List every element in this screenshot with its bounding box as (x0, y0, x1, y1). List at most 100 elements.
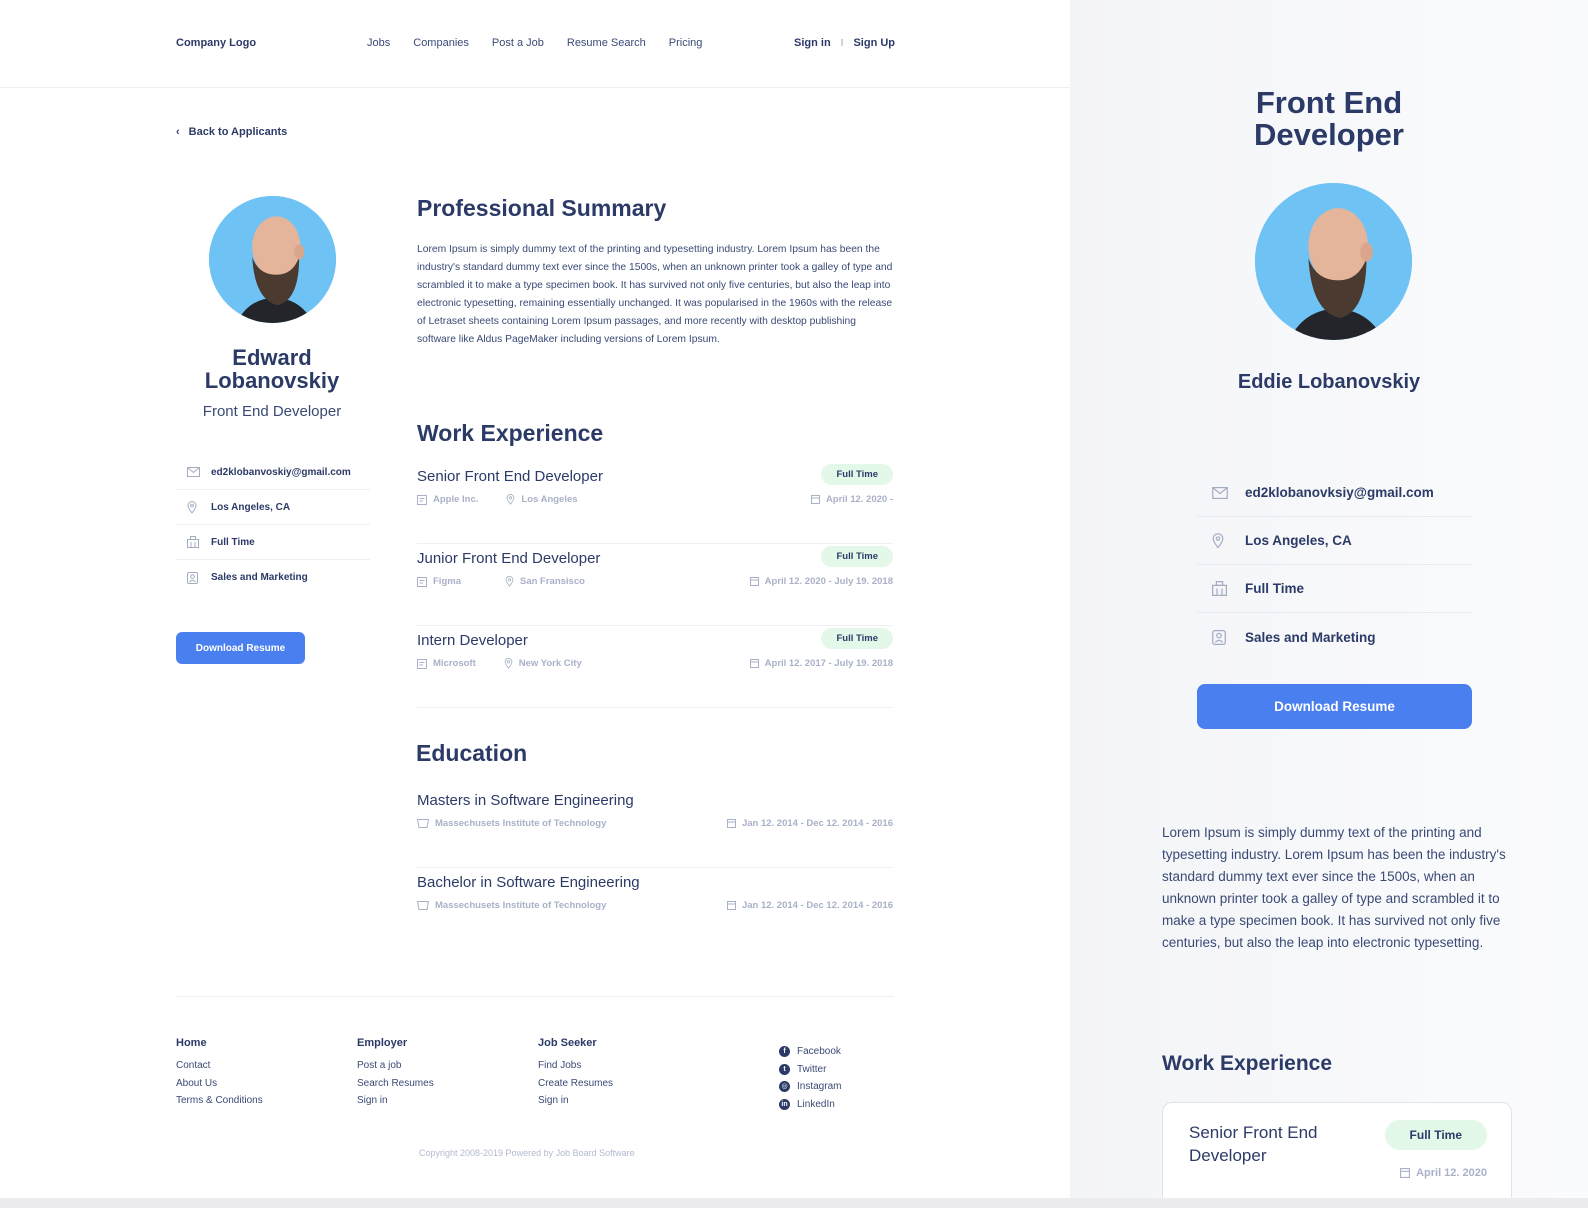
education-dates: Jan 12. 2014 - Dec 12. 2014 - 2016 (726, 818, 893, 829)
social-links: f Facebook t Twitter ◎ Instagram in LinkedIn (779, 1043, 841, 1113)
date-range: Jan 12. 2014 - Dec 12. 2014 - 2016 (741, 818, 893, 829)
chevron-left-icon: ‹ (176, 126, 180, 138)
summary-text: Lorem Ipsum is simply dummy text of the … (417, 244, 893, 345)
back-to-applicants-link[interactable]: ‹ Back to Applicants (176, 126, 287, 138)
company-logo[interactable]: Company Logo (176, 37, 256, 49)
sign-up-link[interactable]: Sign Up (853, 37, 895, 49)
social-facebook[interactable]: f Facebook (779, 1043, 841, 1061)
mail-icon (1212, 486, 1230, 499)
info-row-email: ed2klobanovksiy@gmail.com (1197, 469, 1471, 517)
email-value[interactable]: ed2klobanovksiy@gmail.com (1245, 485, 1434, 500)
social-instagram[interactable]: ◎ Instagram (779, 1078, 841, 1096)
info-row-location: Los Angeles, CA (176, 490, 370, 525)
job-title: Senior Front End Developer (1189, 1123, 1318, 1165)
building-icon (1212, 581, 1230, 596)
employment-badge: Full Time (821, 628, 893, 649)
work-item[interactable]: Junior Front End Developer Full Time Fig… (417, 544, 893, 626)
education-item[interactable]: Masters in Software Engineering Massechu… (417, 786, 893, 868)
school-name: Massechusets Institute of Technology (435, 818, 607, 829)
mobile-job-title: Front End Developer (1070, 87, 1588, 151)
nav-jobs[interactable]: Jobs (367, 37, 390, 49)
calendar-icon (749, 659, 759, 668)
work-item[interactable]: Intern Developer Full Time Microsoft New… (417, 626, 893, 708)
footer-divider (176, 996, 894, 997)
info-row-department: Sales and Marketing (176, 560, 370, 595)
auth-links: Sign in I Sign Up (794, 37, 895, 49)
graduation-icon (417, 819, 429, 828)
job-company: Apple Inc. (417, 494, 478, 505)
avatar-portrait (209, 196, 336, 323)
job-city: Los Angeles (506, 494, 578, 505)
back-label: Back to Applicants (188, 126, 288, 138)
social-linkedin[interactable]: in LinkedIn (779, 1096, 841, 1114)
employment-value: Full Time (211, 536, 255, 548)
graduation-icon (417, 901, 429, 910)
social-twitter[interactable]: t Twitter (779, 1061, 841, 1079)
location-pin-icon (504, 658, 513, 669)
avatar-portrait (1255, 183, 1412, 340)
download-resume-button[interactable]: Download Resume (176, 632, 305, 664)
desktop-view: Company Logo Jobs Companies Post a Job R… (0, 0, 1070, 1198)
education-dates: Jan 12. 2014 - Dec 12. 2014 - 2016 (726, 900, 893, 911)
mobile-title-line2: Developer (1254, 117, 1404, 152)
mobile-download-resume-button[interactable]: Download Resume (1197, 684, 1472, 729)
job-company: Microsoft (417, 658, 476, 669)
work-item[interactable]: Senior Front End Developer Full Time App… (417, 462, 893, 544)
avatar (209, 196, 336, 323)
location-value: Los Angeles, CA (1245, 533, 1352, 548)
footer-link-about[interactable]: About Us (176, 1075, 263, 1093)
nav-resume-search[interactable]: Resume Search (567, 37, 646, 49)
education-item[interactable]: Bachelor in Software Engineering Massech… (417, 868, 893, 950)
employment-badge: Full Time (1384, 1120, 1487, 1150)
footer-link-post-job[interactable]: Post a job (357, 1057, 434, 1075)
nav-pricing[interactable]: Pricing (669, 37, 703, 49)
sign-in-link[interactable]: Sign in (794, 37, 831, 49)
footer-link-contact[interactable]: Contact (176, 1057, 263, 1075)
footer-link-sign-in[interactable]: Sign in (538, 1092, 613, 1110)
company-name: Figma (433, 576, 461, 587)
company-icon (417, 494, 427, 505)
mobile-work-card[interactable]: Senior Front End Developer Full Time Apr… (1162, 1102, 1512, 1198)
footer-link-terms[interactable]: Terms & Conditions (176, 1092, 263, 1110)
education-heading: Education (416, 740, 528, 766)
mobile-work-heading: Work Experience (1162, 1052, 1333, 1075)
school: Massechusets Institute of Technology (417, 818, 606, 829)
mobile-avatar (1255, 183, 1412, 340)
degree-title: Bachelor in Software Engineering (417, 874, 640, 891)
building-icon (187, 536, 201, 548)
id-badge-icon (187, 571, 201, 584)
job-meta: Apple Inc. Los Angeles (417, 494, 606, 505)
location-value: Los Angeles, CA (211, 501, 291, 513)
mobile-contact-info-list: ed2klobanovksiy@gmail.com Los Angeles, C… (1197, 469, 1471, 661)
company-name: Apple Inc. (433, 494, 479, 505)
footer-link-search-resumes[interactable]: Search Resumes (357, 1075, 434, 1093)
job-title: Intern Developer (417, 632, 528, 649)
facebook-icon: f (779, 1046, 790, 1058)
candidate-title: Front End Developer (202, 403, 342, 420)
candidate-first-name: Edward (232, 345, 312, 370)
nav-companies[interactable]: Companies (413, 37, 469, 49)
footer-col-job-seeker: Job Seeker Find Jobs Create Resumes Sign… (538, 1037, 613, 1110)
education-meta: Massechusets Institute of Technology (417, 818, 634, 829)
social-label: Facebook (797, 1046, 841, 1057)
footer-link-create-resumes[interactable]: Create Resumes (538, 1075, 613, 1093)
date-range: Jan 12. 2014 - Dec 12. 2014 - 2016 (741, 900, 893, 911)
candidate-name: Edward Lobanovskiy (176, 346, 368, 392)
employment-value: Full Time (1245, 581, 1305, 596)
info-row-location: Los Angeles, CA (1197, 517, 1471, 565)
email-value[interactable]: ed2klobanvoskiy@gmail.com (211, 467, 351, 478)
location-pin-icon (187, 500, 201, 514)
calendar-icon (726, 901, 736, 910)
job-meta: Figma San Fransisco (417, 576, 613, 587)
info-row-email: ed2klobanvoskiy@gmail.com (176, 455, 370, 490)
info-row-employment: Full Time (176, 525, 370, 560)
footer-link-sign-in[interactable]: Sign in (357, 1092, 434, 1110)
footer-col-employer: Employer Post a job Search Resumes Sign … (357, 1037, 434, 1110)
mobile-view: Front End Developer Eddie Lobanovskiy ed… (1070, 0, 1588, 1198)
footer-link-find-jobs[interactable]: Find Jobs (538, 1057, 613, 1075)
location-pin-icon (505, 576, 514, 587)
nav-post-job[interactable]: Post a Job (492, 37, 544, 49)
job-dates: April 12. 2020 - (810, 494, 893, 505)
job-city: San Fransisco (505, 576, 585, 587)
mobile-title-line1: Front End (1255, 85, 1403, 120)
